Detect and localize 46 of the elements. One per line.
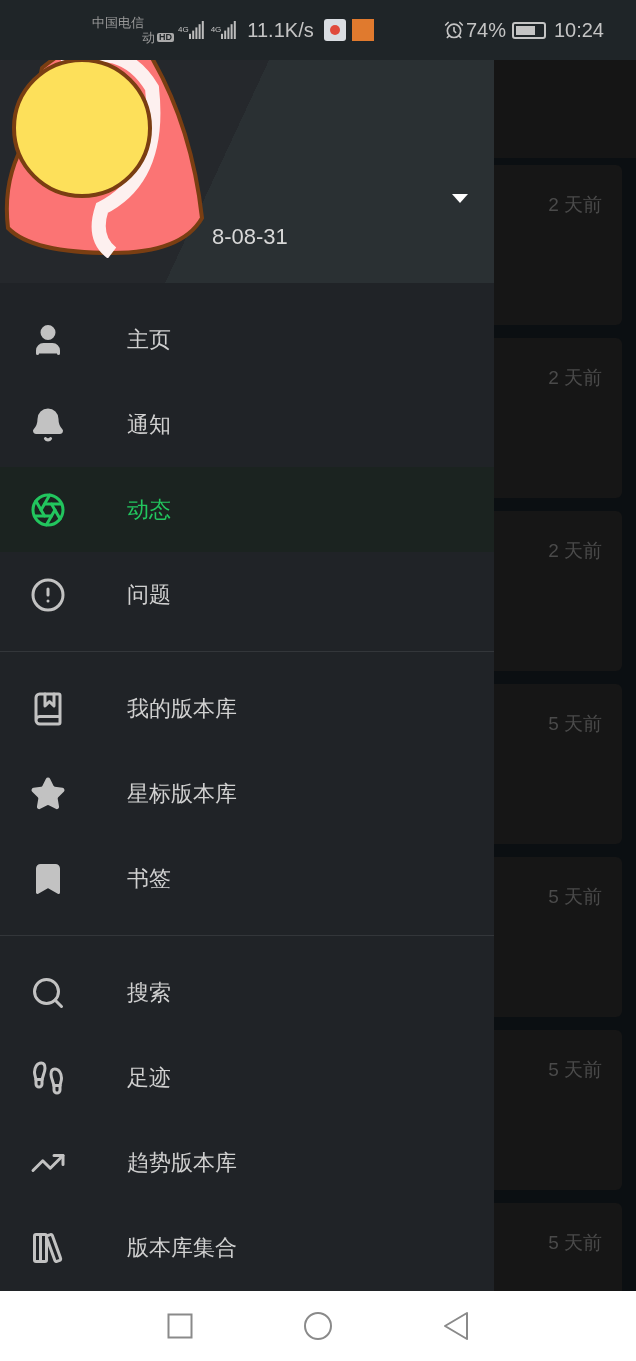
recents-button[interactable]	[167, 1313, 193, 1339]
signal-icon	[188, 21, 205, 39]
carrier-label: 中国电信	[92, 16, 145, 29]
map-app-icon	[323, 19, 346, 41]
menu-item[interactable]: 搜索	[0, 950, 494, 1035]
back-button[interactable]	[443, 1311, 469, 1341]
menu-label: 通知	[127, 411, 171, 439]
menu-item[interactable]: 主页	[0, 297, 494, 382]
carrier-label: 动	[142, 31, 155, 44]
menu-label: 主页	[127, 326, 171, 354]
signal-icon	[221, 21, 238, 39]
dropdown-icon[interactable]	[452, 194, 468, 203]
menu-label: 足迹	[127, 1064, 171, 1092]
join-date: 8-08-31	[212, 223, 288, 251]
star-icon	[30, 775, 66, 812]
hd-badge: HD	[157, 33, 174, 42]
menu-label: 书签	[127, 865, 171, 893]
home-button[interactable]	[303, 1311, 333, 1341]
menu-label: 版本库集合	[127, 1234, 237, 1262]
battery-icon	[511, 21, 546, 39]
bell-icon	[30, 406, 66, 443]
alert-icon	[30, 576, 66, 613]
menu-item[interactable]: 足迹	[0, 1035, 494, 1120]
menu-item[interactable]: 星标版本库	[0, 751, 494, 836]
menu-label: 动态	[127, 496, 171, 524]
menu-label: 问题	[127, 581, 171, 609]
battery-percent: 74%	[465, 18, 506, 43]
menu-label: 搜索	[127, 979, 171, 1007]
menu-item[interactable]: 趋势版本库	[0, 1120, 494, 1205]
menu-label: 趋势版本库	[127, 1149, 237, 1177]
aperture-icon	[30, 491, 66, 528]
clock: 10:24	[553, 18, 604, 43]
network-speed: 11.1K/s	[247, 18, 314, 43]
footprints-icon	[30, 1059, 66, 1096]
menu-label: 星标版本库	[127, 780, 237, 808]
menu-label: 我的版本库	[127, 695, 237, 723]
menu-item[interactable]: 我的版本库	[0, 666, 494, 751]
menu-item[interactable]: 书签	[0, 836, 494, 921]
menu-item[interactable]: 通知	[0, 382, 494, 467]
menu-item[interactable]: 动态	[0, 467, 494, 552]
network-label: 4G	[210, 24, 222, 36]
menu-item[interactable]: 问题	[0, 552, 494, 637]
menu-item[interactable]: 版本库集合	[0, 1205, 494, 1290]
network-label: 4G	[178, 24, 189, 36]
shop-app-icon	[351, 19, 374, 41]
alarm-icon	[443, 20, 464, 40]
